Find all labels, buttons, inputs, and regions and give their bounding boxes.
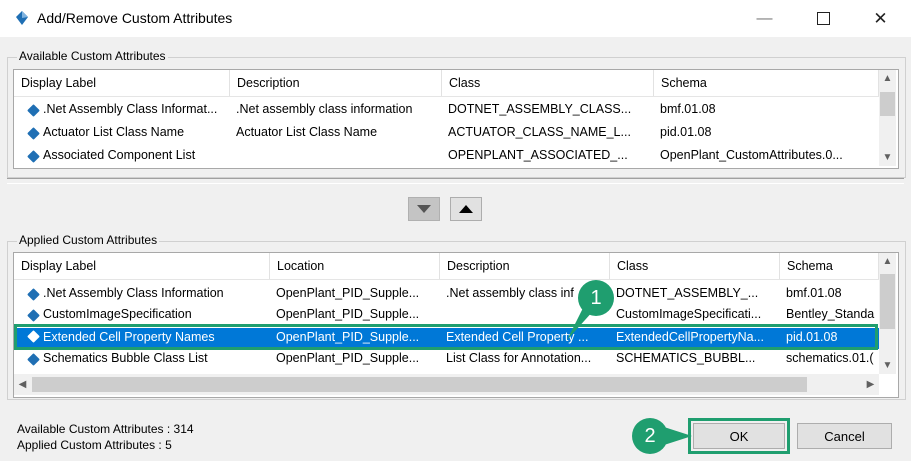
attribute-icon — [27, 104, 40, 117]
available-col-class[interactable]: Class — [442, 70, 654, 96]
attribute-icon — [27, 309, 40, 322]
applied-count: Applied Custom Attributes : 5 — [17, 438, 172, 452]
attribute-icon — [27, 127, 40, 140]
table-row[interactable]: .Net Assembly Class Information OpenPlan… — [14, 286, 879, 307]
callout-badge-2: 2 — [632, 418, 668, 454]
table-row[interactable]: Schematics Bubble Class List OpenPlant_P… — [14, 351, 879, 372]
maximize-icon[interactable] — [801, 0, 846, 37]
arrow-down-icon — [417, 205, 431, 213]
available-vertical-scrollbar[interactable]: ▲ ▼ — [879, 70, 896, 166]
applied-col-class[interactable]: Class — [610, 253, 780, 279]
available-col-schema[interactable]: Schema — [654, 70, 879, 96]
available-col-description[interactable]: Description — [230, 70, 442, 96]
move-up-button[interactable] — [450, 197, 482, 221]
selection-highlight — [14, 324, 878, 350]
window-title: Add/Remove Custom Attributes — [37, 10, 233, 26]
available-count: Available Custom Attributes : 314 — [17, 422, 194, 436]
splitter[interactable] — [7, 178, 904, 184]
list-item[interactable]: Associated Component List OPENPLANT_ASSO… — [14, 148, 879, 168]
attribute-icon — [27, 150, 40, 163]
minimize-icon[interactable]: — — [742, 0, 787, 37]
applied-group-label: Applied Custom Attributes — [17, 233, 160, 247]
scroll-down-icon[interactable]: ▼ — [879, 149, 896, 166]
scrollbar-thumb[interactable] — [32, 377, 807, 392]
applied-col-description[interactable]: Description — [440, 253, 610, 279]
applied-col-schema[interactable]: Schema — [780, 253, 879, 279]
close-icon[interactable]: ✕ — [858, 0, 903, 37]
applied-col-location[interactable]: Location — [270, 253, 440, 279]
applied-horizontal-scrollbar[interactable]: ◀ ▶ — [14, 374, 879, 395]
list-item[interactable]: .Net Assembly Class Informat... .Net ass… — [14, 102, 879, 123]
attribute-icon — [27, 288, 40, 301]
available-list[interactable]: Display Label Description Class Schema .… — [13, 69, 899, 169]
scroll-left-icon[interactable]: ◀ — [14, 376, 31, 393]
applied-col-display-label[interactable]: Display Label — [14, 253, 270, 279]
scrollbar-thumb[interactable] — [880, 92, 895, 116]
arrow-up-icon — [459, 205, 473, 213]
scroll-right-icon[interactable]: ▶ — [862, 376, 879, 393]
callout-badge-1: 1 — [578, 280, 614, 316]
scrollbar-thumb[interactable] — [880, 274, 895, 329]
available-group-label: Available Custom Attributes — [17, 49, 168, 63]
cancel-button[interactable]: Cancel — [797, 423, 892, 449]
attribute-icon — [27, 353, 40, 366]
applied-vertical-scrollbar[interactable]: ▲ ▼ — [879, 253, 896, 374]
list-item[interactable]: Actuator List Class Name Actuator List C… — [14, 125, 879, 146]
move-down-button[interactable] — [408, 197, 440, 221]
ok-button[interactable]: OK — [693, 423, 785, 449]
available-col-display-label[interactable]: Display Label — [14, 70, 230, 96]
scroll-down-icon[interactable]: ▼ — [879, 357, 896, 374]
scroll-up-icon[interactable]: ▲ — [879, 253, 896, 270]
scroll-up-icon[interactable]: ▲ — [879, 70, 896, 87]
app-icon — [16, 11, 28, 25]
